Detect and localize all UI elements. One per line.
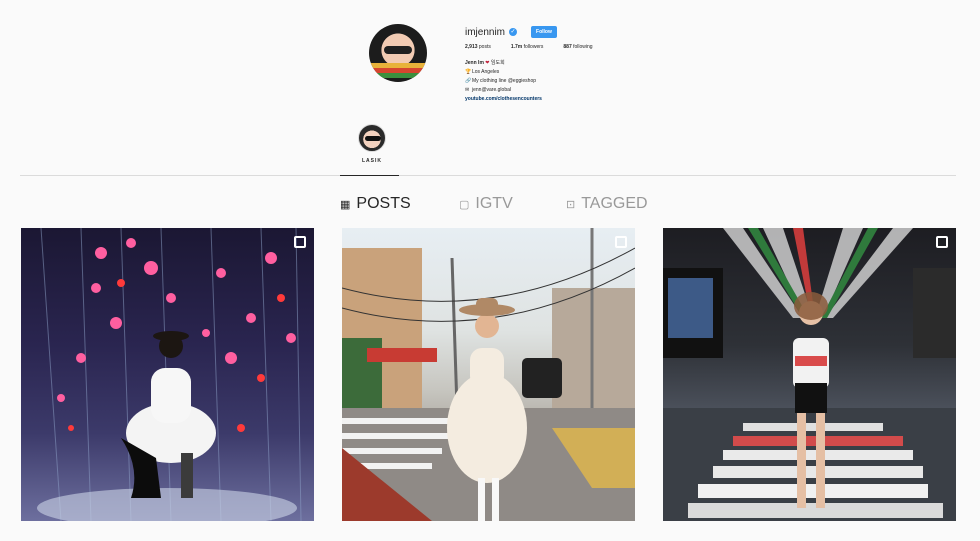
tv-icon: ▢ xyxy=(459,198,470,211)
post-thumbnail[interactable] xyxy=(663,228,956,521)
followers-stat[interactable]: 1.7m followers xyxy=(511,44,544,50)
email-icon: ✉ xyxy=(465,87,470,93)
post-thumbnail[interactable] xyxy=(342,228,635,521)
post-thumbnail[interactable] xyxy=(21,228,314,521)
trophy-icon: 🏆 xyxy=(465,69,472,75)
carousel-icon xyxy=(294,236,306,248)
carousel-icon xyxy=(615,236,627,248)
bio-email: ✉ jenn@vare.global xyxy=(465,87,511,93)
post-image-flowers xyxy=(37,228,302,521)
active-tab-indicator xyxy=(340,175,399,176)
profile-avatar[interactable] xyxy=(369,24,427,82)
post-image-escalator xyxy=(663,228,956,521)
story-highlight-lasik[interactable]: LASIK xyxy=(357,124,387,164)
link-icon: 🔗 xyxy=(465,78,472,84)
username: imjennim xyxy=(465,26,506,38)
profile-stats: 2,913 posts 1.7m followers 887 following xyxy=(465,44,593,50)
following-stat[interactable]: 887 following xyxy=(563,44,592,50)
bio-clothing[interactable]: 🔗My clothing line @eggieshop xyxy=(465,77,542,86)
highlight-thumbnail[interactable] xyxy=(358,124,386,152)
carousel-icon xyxy=(936,236,948,248)
bio-name-line: Jenn Im ❤ 임도희 xyxy=(465,60,505,66)
follow-button[interactable]: Follow xyxy=(531,26,557,38)
verified-badge-icon: ✓ xyxy=(509,28,518,36)
grid-icon: ▦ xyxy=(340,198,351,211)
tab-igtv[interactable]: ▢ IGTV xyxy=(459,195,513,213)
bio-link[interactable]: youtube.com/clothesencounters xyxy=(465,95,542,104)
profile-bio: Jenn Im ❤ 임도희 🏆Los Angeles 🔗My clothing … xyxy=(465,59,542,104)
bio-location: 🏆Los Angeles xyxy=(465,69,500,75)
post-image-street xyxy=(342,228,635,521)
posts-stat: 2,913 posts xyxy=(465,44,491,50)
highlight-label: LASIK xyxy=(362,158,382,164)
username-row: imjennim ✓ Follow xyxy=(465,26,557,38)
tab-tagged[interactable]: ⊡ TAGGED xyxy=(566,195,648,213)
avatar-glasses xyxy=(384,46,412,54)
tag-icon: ⊡ xyxy=(566,198,576,211)
tab-posts[interactable]: ▦ POSTS xyxy=(340,195,411,213)
heart-icon: ❤ xyxy=(485,60,490,66)
section-divider xyxy=(20,175,956,176)
